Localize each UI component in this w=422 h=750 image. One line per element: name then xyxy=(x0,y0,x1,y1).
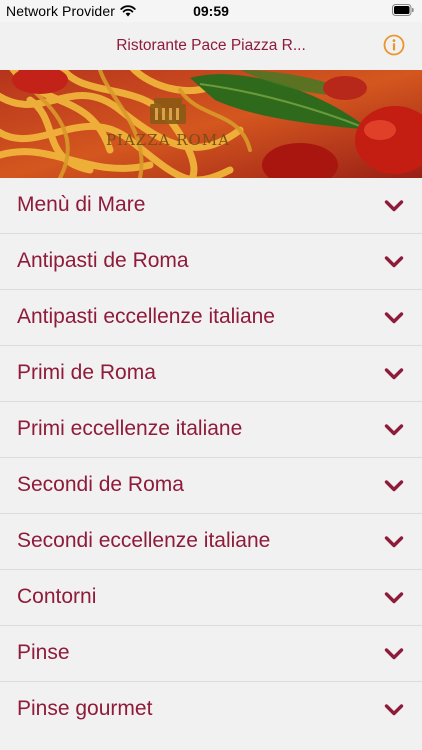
menu-category-label: Primi eccellenze italiane xyxy=(17,417,243,440)
info-icon[interactable] xyxy=(383,34,405,56)
logo-text: PIAZZA ROMA xyxy=(106,131,230,149)
chevron-down-icon[interactable] xyxy=(384,647,404,661)
menu-category-item-8[interactable]: Pinse xyxy=(0,626,422,682)
menu-category-label: Pinse xyxy=(17,641,70,664)
header-banner-image: PIAZZA ROMA xyxy=(0,70,422,178)
status-bar: Network Provider 09:59 xyxy=(0,0,422,22)
chevron-down-icon[interactable] xyxy=(384,479,404,493)
chevron-down-icon[interactable] xyxy=(384,255,404,269)
chevron-down-icon[interactable] xyxy=(384,199,404,213)
menu-category-label: Antipasti de Roma xyxy=(17,249,189,272)
menu-category-list: Menù di Mare Antipasti de Roma Antipasti… xyxy=(0,178,422,738)
chevron-down-icon[interactable] xyxy=(384,367,404,381)
menu-category-label: Secondi eccellenze italiane xyxy=(17,529,271,552)
menu-category-item-0[interactable]: Menù di Mare xyxy=(0,178,422,234)
menu-category-item-1[interactable]: Antipasti de Roma xyxy=(0,234,422,290)
menu-category-label: Primi de Roma xyxy=(17,361,156,384)
chevron-down-icon[interactable] xyxy=(384,703,404,717)
battery-icon xyxy=(392,4,414,16)
chevron-down-icon[interactable] xyxy=(384,311,404,325)
menu-category-item-7[interactable]: Contorni xyxy=(0,570,422,626)
menu-category-label: Contorni xyxy=(17,585,97,608)
menu-category-item-5[interactable]: Secondi de Roma xyxy=(0,458,422,514)
status-time: 09:59 xyxy=(193,3,229,19)
menu-category-item-4[interactable]: Primi eccellenze italiane xyxy=(0,402,422,458)
menu-category-label: Menù di Mare xyxy=(17,193,146,216)
menu-category-label: Secondi de Roma xyxy=(17,473,184,496)
restaurant-title: Ristorante Pace Piazza R... xyxy=(116,37,306,54)
menu-category-item-6[interactable]: Secondi eccellenze italiane xyxy=(0,514,422,570)
menu-category-item-2[interactable]: Antipasti eccellenze italiane xyxy=(0,290,422,346)
chevron-down-icon[interactable] xyxy=(384,591,404,605)
menu-category-label: Pinse gourmet xyxy=(17,697,153,720)
chevron-down-icon[interactable] xyxy=(384,423,404,437)
menu-category-item-3[interactable]: Primi de Roma xyxy=(0,346,422,402)
menu-category-item-9[interactable]: Pinse gourmet xyxy=(0,682,422,738)
chevron-down-icon[interactable] xyxy=(384,535,404,549)
navigation-bar: Ristorante Pace Piazza R... xyxy=(0,22,422,70)
menu-category-label: Antipasti eccellenze italiane xyxy=(17,305,275,328)
